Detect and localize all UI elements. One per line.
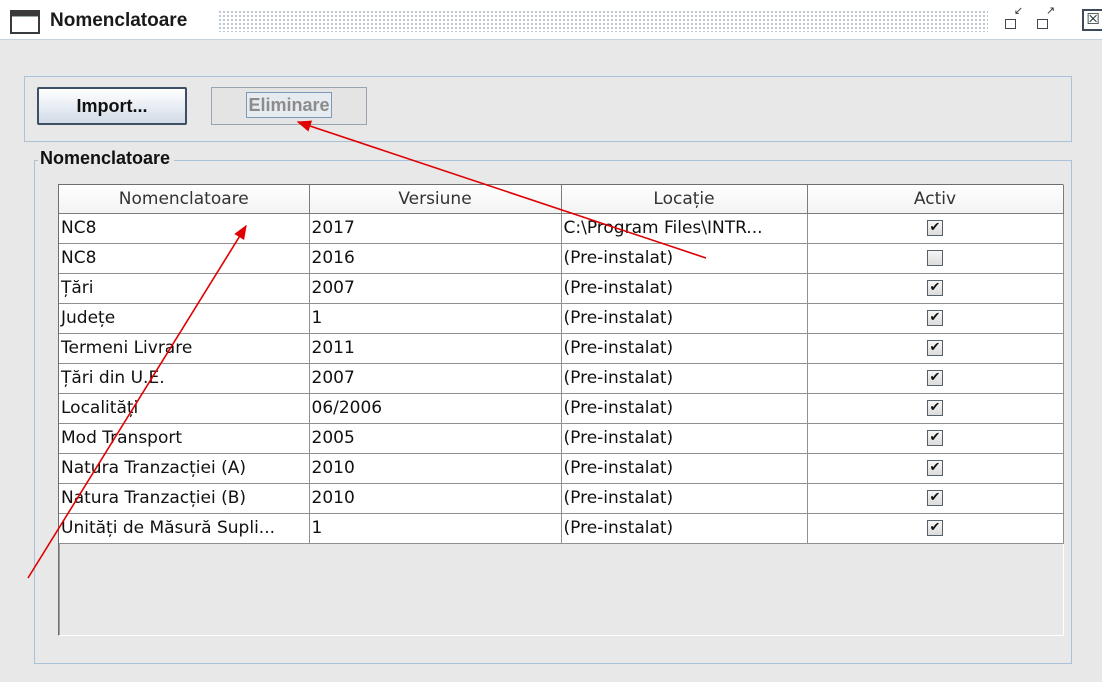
column-header-location[interactable]: Locație — [560, 185, 808, 214]
cell-active: ✔ — [806, 392, 1064, 424]
table-row[interactable]: Unități de Măsură Supli... 1 (Pre-instalat… — [59, 512, 1064, 544]
cell-version[interactable]: 2010 — [308, 482, 562, 514]
cell-location[interactable]: (Pre-instalat) — [560, 362, 808, 394]
active-checkbox-checked[interactable]: ✔ — [927, 400, 943, 416]
cell-active: ✔ — [806, 332, 1064, 364]
cell-version[interactable]: 2010 — [308, 452, 562, 484]
cell-version[interactable]: 2007 — [308, 362, 562, 394]
table-row[interactable]: NC8 2016 (Pre-instalat) — [59, 242, 1064, 274]
toolbar-panel: Import... Eliminare — [24, 76, 1072, 142]
table-row[interactable]: Țări din U.E. 2007 (Pre-instalat) ✔ — [59, 362, 1064, 394]
cell-active: ✔ — [806, 212, 1064, 244]
cell-name[interactable]: Județe — [59, 302, 310, 334]
cell-version[interactable]: 2007 — [308, 272, 562, 304]
cell-version[interactable]: 1 — [308, 512, 562, 544]
remove-button[interactable]: Eliminare — [211, 87, 367, 125]
remove-button-label: Eliminare — [246, 92, 332, 118]
cell-location[interactable]: (Pre-instalat) — [560, 302, 808, 334]
cell-location[interactable]: (Pre-instalat) — [560, 452, 808, 484]
cell-active: ✔ — [806, 272, 1064, 304]
active-checkbox-checked[interactable]: ✔ — [927, 370, 943, 386]
cell-version[interactable]: 2017 — [308, 212, 562, 244]
nomenclature-table: Nomenclatoare Versiune Locație Activ NC8… — [59, 185, 1064, 544]
table-row[interactable]: Natura Tranzacției (A) 2010 (Pre-instalat)… — [59, 452, 1064, 484]
cell-name[interactable]: NC8 — [59, 242, 310, 274]
table-row[interactable]: Natura Tranzacției (B) 2010 (Pre-instalat)… — [59, 482, 1064, 514]
active-checkbox-checked[interactable]: ✔ — [927, 520, 943, 536]
active-checkbox-checked[interactable]: ✔ — [927, 430, 943, 446]
active-checkbox-checked[interactable]: ✔ — [927, 310, 943, 326]
column-header-active[interactable]: Activ — [806, 185, 1064, 214]
cell-location[interactable]: (Pre-instalat) — [560, 482, 808, 514]
table-row[interactable]: Localități 06/2006 (Pre-instalat) ✔ — [59, 392, 1064, 424]
active-checkbox-checked[interactable]: ✔ — [927, 490, 943, 506]
cell-active: ✔ — [806, 302, 1064, 334]
window-icon — [10, 10, 40, 34]
cell-active: ✔ — [806, 512, 1064, 544]
column-header-name[interactable]: Nomenclatoare — [59, 185, 310, 214]
close-icon[interactable]: ☒ — [1082, 9, 1102, 31]
cell-location[interactable]: (Pre-instalat) — [560, 422, 808, 454]
active-checkbox-unchecked[interactable] — [927, 250, 943, 266]
cell-location[interactable]: (Pre-instalat) — [560, 272, 808, 304]
active-checkbox-checked[interactable]: ✔ — [927, 460, 943, 476]
cell-active: ✔ — [806, 362, 1064, 394]
title-bar-grip — [218, 10, 988, 32]
cell-version[interactable]: 2016 — [308, 242, 562, 274]
cell-location[interactable]: (Pre-instalat) — [560, 242, 808, 274]
cell-location[interactable]: (Pre-instalat) — [560, 332, 808, 364]
cell-name[interactable]: Țări din U.E. — [59, 362, 310, 394]
window-title-bar[interactable]: Nomenclatoare ↙ ↗ ☒ — [0, 0, 1102, 40]
cell-name[interactable]: Țări — [59, 272, 310, 304]
column-header-version[interactable]: Versiune — [308, 185, 562, 214]
active-checkbox-checked[interactable]: ✔ — [927, 220, 943, 236]
table-header: Nomenclatoare Versiune Locație Activ — [59, 185, 1064, 214]
table-scroll-pane[interactable]: Nomenclatoare Versiune Locație Activ NC8… — [58, 184, 1064, 636]
cell-location[interactable]: (Pre-instalat) — [560, 512, 808, 544]
cell-version[interactable]: 06/2006 — [308, 392, 562, 424]
table-row[interactable]: Județe 1 (Pre-instalat) ✔ — [59, 302, 1064, 334]
active-checkbox-checked[interactable]: ✔ — [927, 340, 943, 356]
cell-active: ✔ — [806, 482, 1064, 514]
cell-version[interactable]: 2005 — [308, 422, 562, 454]
cell-active: ✔ — [806, 452, 1064, 484]
cell-version[interactable]: 1 — [308, 302, 562, 334]
cell-active: ✔ — [806, 422, 1064, 454]
cell-name[interactable]: NC8 — [59, 212, 310, 244]
cell-name[interactable]: Natura Tranzacției (A) — [59, 452, 310, 484]
cell-location[interactable]: C:\Program Files\INTR... — [560, 212, 808, 244]
import-button[interactable]: Import... — [37, 87, 187, 125]
cell-name[interactable]: Unități de Măsură Supli... — [59, 512, 310, 544]
maximize-icon[interactable]: ↗ — [1036, 4, 1058, 30]
cell-version[interactable]: 2011 — [308, 332, 562, 364]
window-title: Nomenclatoare — [50, 10, 194, 32]
group-title: Nomenclatoare — [38, 148, 175, 169]
table-row[interactable]: Termeni Livrare 2011 (Pre-instalat) ✔ — [59, 332, 1064, 364]
active-checkbox-checked[interactable]: ✔ — [927, 280, 943, 296]
cell-active — [806, 242, 1064, 274]
cell-name[interactable]: Termeni Livrare — [59, 332, 310, 364]
table-row[interactable]: NC8 2017 C:\Program Files\INTR... ✔ — [59, 212, 1064, 244]
minimize-icon[interactable]: ↙ — [1004, 4, 1026, 30]
table-row[interactable]: Țări 2007 (Pre-instalat) ✔ — [59, 272, 1064, 304]
cell-name[interactable]: Mod Transport — [59, 422, 310, 454]
cell-name[interactable]: Natura Tranzacției (B) — [59, 482, 310, 514]
table-row[interactable]: Mod Transport 2005 (Pre-instalat) ✔ — [59, 422, 1064, 454]
cell-location[interactable]: (Pre-instalat) — [560, 392, 808, 424]
cell-name[interactable]: Localități — [59, 392, 310, 424]
